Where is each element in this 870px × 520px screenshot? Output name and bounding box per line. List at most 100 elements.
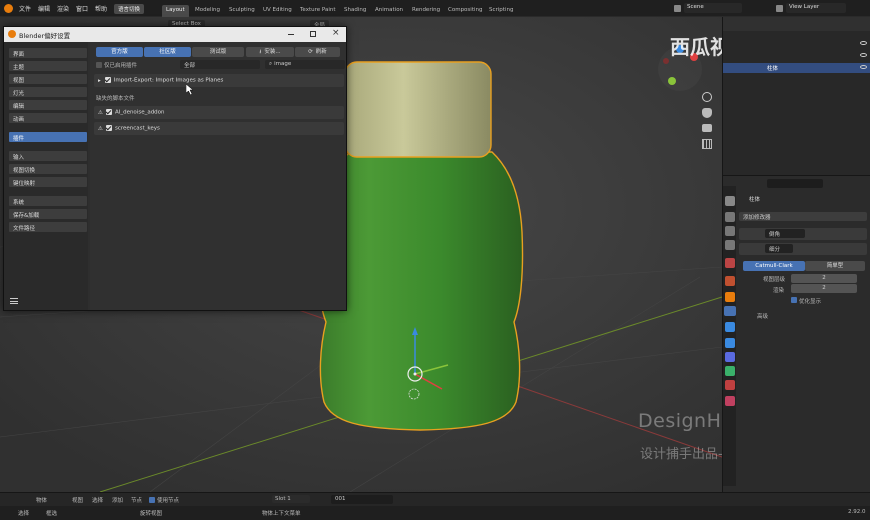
tool-icon[interactable]	[725, 196, 735, 206]
tab-layout[interactable]: Layout	[162, 5, 189, 17]
grid-icon[interactable]	[702, 139, 712, 149]
tl-menu-add[interactable]: 添加	[112, 496, 123, 504]
tab-texture-paint[interactable]: Texture Paint	[296, 5, 340, 17]
catmull-clark-button[interactable]: Catmull-Clark	[743, 261, 805, 271]
modifier-subsurf-panel[interactable]	[739, 243, 867, 255]
menu-window[interactable]: 窗口	[76, 4, 88, 13]
prefs-nav-system[interactable]: 系统	[9, 196, 87, 206]
properties-editor[interactable]: 柱体 添加修改器 倒角 细分 Catmull-Clark 简单型 视图层级 2 …	[722, 175, 870, 492]
output-icon[interactable]	[725, 226, 735, 236]
data-icon[interactable]	[725, 366, 735, 376]
language-switch-button[interactable]: 语言切换	[114, 4, 145, 14]
physics-icon[interactable]	[725, 338, 735, 348]
blender-logo-icon[interactable]	[4, 4, 13, 13]
properties-search-field[interactable]	[767, 179, 823, 188]
eye-icon[interactable]	[860, 65, 867, 69]
eye-icon[interactable]	[860, 53, 867, 57]
missing-script-row[interactable]: ⚠ screencast_keys	[94, 122, 344, 135]
scene-props-icon[interactable]	[725, 258, 735, 268]
view-layer-icon[interactable]	[725, 240, 735, 250]
tab-rendering[interactable]: Rendering	[408, 5, 444, 17]
wrench-icon[interactable]	[724, 306, 736, 316]
tab-testing[interactable]: 测试版	[192, 47, 244, 57]
use-nodes-checkbox[interactable]	[149, 497, 155, 503]
minimize-icon[interactable]	[288, 34, 294, 35]
world-icon[interactable]	[725, 276, 735, 286]
missing-script-checkbox[interactable]	[105, 125, 112, 131]
constraints-icon[interactable]	[725, 352, 735, 362]
prefs-nav-addons[interactable]: 插件	[9, 132, 87, 142]
prefs-nav-animation[interactable]: 动画	[9, 113, 87, 123]
prefs-nav-themes[interactable]: 主题	[9, 61, 87, 71]
tl-menu-view[interactable]: 视图	[72, 496, 83, 504]
tab-modeling[interactable]: Modeling	[191, 5, 224, 17]
advanced-subpanel-label[interactable]: 高级	[757, 312, 768, 320]
install-button[interactable]: ⭳ 安装...	[246, 47, 294, 57]
hamburger-menu-icon[interactable]	[10, 298, 18, 304]
menu-edit[interactable]: 编辑	[38, 4, 50, 13]
menu-file[interactable]: 文件	[19, 4, 31, 13]
scene-field[interactable]: Scene	[684, 3, 742, 13]
object-icon[interactable]	[725, 292, 735, 302]
refresh-button[interactable]: ⟳ 刷新	[295, 47, 340, 57]
tab-sculpting[interactable]: Sculpting	[225, 5, 259, 17]
menu-help[interactable]: 帮助	[95, 4, 107, 13]
missing-script-row[interactable]: ⚠ AI_denoise_addon	[94, 106, 344, 119]
prefs-nav-viewport[interactable]: 视图	[9, 74, 87, 84]
slot-dropdown[interactable]: Slot 1	[272, 495, 310, 503]
category-dropdown[interactable]: 全部	[180, 60, 260, 69]
prefs-nav-lights[interactable]: 灯光	[9, 87, 87, 97]
outliner-row-selected[interactable]	[723, 63, 870, 73]
bottle-body[interactable]	[316, 151, 524, 431]
eye-icon[interactable]	[860, 41, 867, 45]
tab-scripting[interactable]: Scripting	[485, 5, 517, 17]
simple-button[interactable]: 简单型	[805, 261, 865, 271]
only-enabled-checkbox[interactable]	[96, 62, 102, 68]
material-icon[interactable]	[725, 380, 735, 390]
close-icon[interactable]: ×	[332, 28, 340, 38]
camera-icon[interactable]	[702, 124, 712, 132]
view-layer-field[interactable]: View Layer	[786, 3, 846, 13]
tl-menu-node[interactable]: 节点	[131, 496, 142, 504]
add-modifier-dropdown[interactable]: 添加修改器	[739, 212, 867, 221]
tab-animation[interactable]: Animation	[371, 5, 407, 17]
tab-compositing[interactable]: Compositing	[444, 5, 486, 17]
tab-official[interactable]: 官方版	[96, 47, 143, 57]
menu-render[interactable]: 渲染	[57, 4, 69, 13]
maximize-icon[interactable]	[310, 31, 316, 37]
prefs-nav-keymap[interactable]: 键位映射	[9, 177, 87, 187]
render-levels-field[interactable]: 2	[791, 284, 857, 293]
outliner[interactable]: 柱体	[722, 17, 870, 175]
preferences-window[interactable]: Blender偏好设置 × 界面 主题 视图 灯光 编辑 动画 插件 输入 视图…	[3, 26, 347, 311]
tab-shading[interactable]: Shading	[340, 5, 370, 17]
bottle-cap[interactable]	[344, 61, 492, 158]
viewport-levels-field[interactable]: 2	[791, 274, 857, 283]
addon-enable-checkbox[interactable]	[104, 77, 111, 83]
refresh-button-label: 刷新	[315, 49, 327, 55]
tab-community[interactable]: 社区版	[144, 47, 191, 57]
texture-icon[interactable]	[725, 396, 735, 406]
render-icon[interactable]	[725, 212, 735, 222]
tab-uv-editing[interactable]: UV Editing	[259, 5, 296, 17]
addon-row[interactable]: ▸ Import-Export: Import Images as Planes	[94, 74, 344, 87]
prefs-nav-save-load[interactable]: 保存&加载	[9, 209, 87, 219]
material-name-field[interactable]: 001	[331, 495, 393, 504]
modifier-subsurf-name[interactable]: 细分	[765, 244, 793, 253]
tl-menu-select[interactable]: 选择	[92, 496, 103, 504]
hand-pan-icon[interactable]	[702, 108, 712, 118]
expand-arrow-icon[interactable]: ▸	[98, 78, 101, 84]
particles-icon[interactable]	[725, 322, 735, 332]
modifier-bevel-name[interactable]: 倒角	[765, 229, 805, 238]
outliner-object-label[interactable]: 柱体	[767, 64, 778, 72]
prefs-nav-file-paths[interactable]: 文件路径	[9, 222, 87, 232]
prefs-nav-interface[interactable]: 界面	[9, 48, 87, 58]
prefs-nav-input[interactable]: 输入	[9, 151, 87, 161]
zoom-icon[interactable]	[702, 92, 712, 102]
addon-search-input[interactable]: ⌕ image	[265, 60, 345, 69]
prefs-titlebar[interactable]: Blender偏好设置 ×	[4, 27, 346, 42]
prefs-nav-editing[interactable]: 编辑	[9, 100, 87, 110]
prefs-nav-navigation[interactable]: 视图切换	[9, 164, 87, 174]
editor-mode-dropdown[interactable]: 物体	[36, 496, 47, 504]
missing-script-checkbox[interactable]	[105, 109, 112, 115]
optimal-display-checkbox[interactable]	[791, 297, 797, 303]
